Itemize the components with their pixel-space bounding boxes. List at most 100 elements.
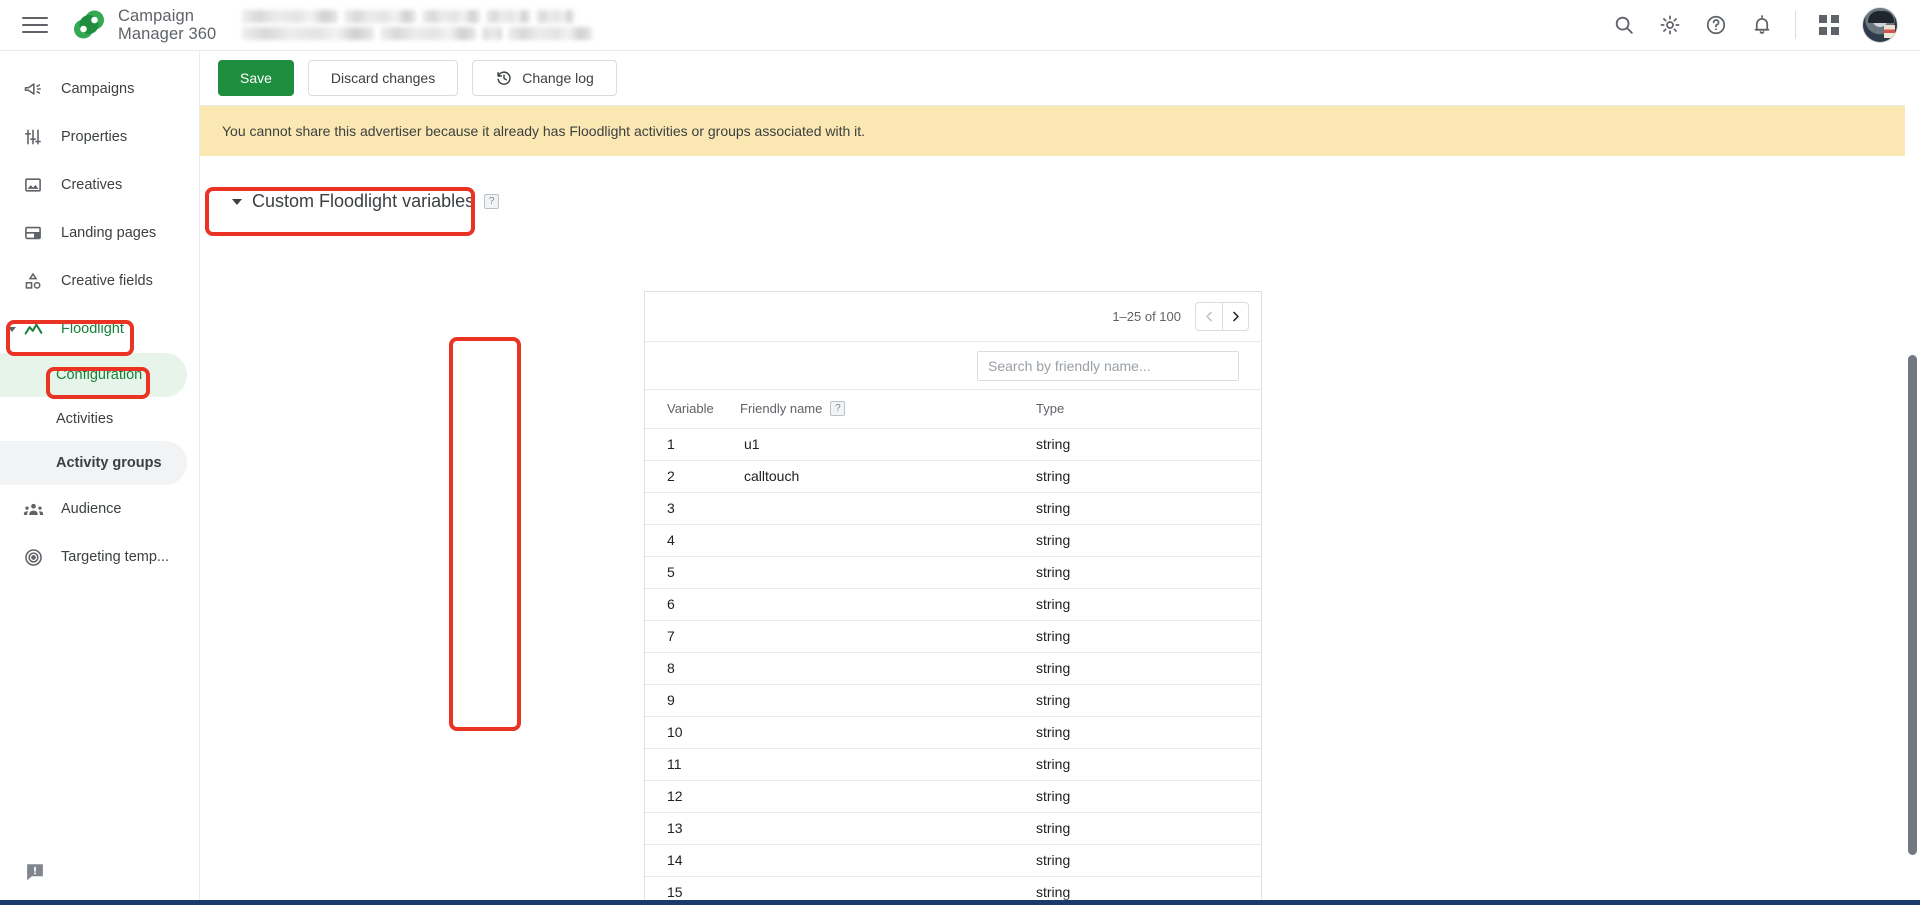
toolbar-divider bbox=[1795, 11, 1796, 39]
cell-type[interactable]: string bbox=[930, 844, 1261, 877]
cell-friendly-name[interactable] bbox=[730, 812, 930, 845]
feedback-icon[interactable] bbox=[24, 861, 46, 883]
table-header-row: Variable Friendly name ? Type bbox=[645, 390, 1261, 429]
redacted-block bbox=[380, 27, 477, 40]
history-icon bbox=[495, 69, 513, 87]
cell-friendly-name[interactable] bbox=[730, 492, 930, 525]
sidebar-item-audience[interactable]: Audience bbox=[0, 485, 187, 533]
column-header-friendly-name[interactable]: Friendly name ? bbox=[730, 390, 930, 429]
sidebar-item-targeting-templates[interactable]: Targeting temp... bbox=[0, 533, 187, 581]
column-header-type[interactable]: Type bbox=[930, 390, 1261, 429]
sidebar-item-activities[interactable]: Activities bbox=[0, 397, 187, 441]
brand-logo-area[interactable]: Campaign Manager 360 bbox=[70, 6, 216, 44]
gear-icon[interactable] bbox=[1647, 2, 1693, 48]
cell-type[interactable]: string bbox=[930, 524, 1261, 557]
change-log-button[interactable]: Change log bbox=[472, 60, 617, 96]
redacted-block bbox=[422, 10, 481, 23]
cell-friendly-name[interactable] bbox=[730, 748, 930, 781]
cell-friendly-name[interactable]: calltouch bbox=[730, 460, 930, 493]
cell-friendly-name[interactable] bbox=[730, 684, 930, 717]
custom-floodlight-variables-header[interactable]: Custom Floodlight variables ? bbox=[222, 182, 513, 221]
cell-type[interactable]: string bbox=[930, 428, 1261, 461]
cell-variable: 5 bbox=[645, 556, 730, 589]
table-row[interactable]: 14 string bbox=[645, 844, 1261, 877]
grid-cell bbox=[1831, 15, 1839, 23]
cell-type[interactable]: string bbox=[930, 684, 1261, 717]
cell-type[interactable]: string bbox=[930, 812, 1261, 845]
cell-friendly-name[interactable] bbox=[730, 716, 930, 749]
column-header-label: Friendly name bbox=[740, 401, 823, 417]
sidebar-item-activity-groups[interactable]: Activity groups bbox=[0, 441, 187, 485]
search-icon[interactable] bbox=[1601, 2, 1647, 48]
sidebar-item-campaigns[interactable]: Campaigns bbox=[0, 65, 187, 113]
cell-type[interactable]: string bbox=[930, 460, 1261, 493]
apps-grid-icon[interactable] bbox=[1806, 2, 1852, 48]
variables-table: Variable Friendly name ? Type 1 u1 string … bbox=[645, 390, 1261, 905]
cell-type[interactable]: string bbox=[930, 556, 1261, 589]
grid-cell bbox=[1819, 27, 1827, 35]
save-button[interactable]: Save bbox=[218, 60, 294, 96]
table-row[interactable]: 4 string bbox=[645, 524, 1261, 557]
sidebar-item-floodlight[interactable]: Floodlight bbox=[0, 305, 187, 353]
sidebar-item-creative-fields[interactable]: Creative fields bbox=[0, 257, 187, 305]
cell-type[interactable]: string bbox=[930, 748, 1261, 781]
help-icon[interactable]: ? bbox=[484, 194, 500, 209]
search-row bbox=[645, 342, 1261, 390]
chevron-left-icon[interactable] bbox=[1195, 302, 1222, 331]
redacted-block bbox=[508, 27, 593, 40]
table-row[interactable]: 5 string bbox=[645, 556, 1261, 589]
column-header-variable[interactable]: Variable bbox=[645, 390, 730, 429]
redacted-block bbox=[344, 10, 417, 23]
cell-friendly-name[interactable] bbox=[730, 556, 930, 589]
cell-type[interactable]: string bbox=[930, 780, 1261, 813]
page-vertical-scrollbar[interactable] bbox=[1905, 51, 1920, 905]
cell-friendly-name[interactable]: u1 bbox=[730, 428, 930, 461]
cell-type[interactable]: string bbox=[930, 492, 1261, 525]
table-row[interactable]: 3 string bbox=[645, 492, 1261, 525]
table-row[interactable]: 6 string bbox=[645, 588, 1261, 621]
scrollbar-thumb[interactable] bbox=[1908, 355, 1917, 855]
hamburger-menu-icon[interactable] bbox=[22, 12, 48, 38]
table-row[interactable]: 1 u1 string bbox=[645, 428, 1261, 461]
cell-type[interactable]: string bbox=[930, 620, 1261, 653]
cell-type[interactable]: string bbox=[930, 652, 1261, 685]
people-icon bbox=[22, 498, 44, 520]
table-row[interactable]: 9 string bbox=[645, 684, 1261, 717]
table-row[interactable]: 7 string bbox=[645, 620, 1261, 653]
cell-variable: 14 bbox=[645, 844, 730, 877]
cell-type[interactable]: string bbox=[930, 716, 1261, 749]
discard-changes-button[interactable]: Discard changes bbox=[307, 60, 459, 96]
cell-friendly-name[interactable] bbox=[730, 652, 930, 685]
cell-friendly-name[interactable] bbox=[730, 524, 930, 557]
cell-variable: 10 bbox=[645, 716, 730, 749]
redacted-block bbox=[486, 10, 531, 23]
help-icon[interactable]: ? bbox=[830, 401, 846, 417]
table-row[interactable]: 10 string bbox=[645, 716, 1261, 749]
cell-friendly-name[interactable] bbox=[730, 844, 930, 877]
sidebar-item-landing-pages[interactable]: Landing pages bbox=[0, 209, 187, 257]
cell-variable: 9 bbox=[645, 684, 730, 717]
cell-friendly-name[interactable] bbox=[730, 588, 930, 621]
table-row[interactable]: 13 string bbox=[645, 812, 1261, 845]
cell-type[interactable]: string bbox=[930, 588, 1261, 621]
cell-variable: 13 bbox=[645, 812, 730, 845]
cell-variable: 8 bbox=[645, 652, 730, 685]
sidebar-item-properties[interactable]: Properties bbox=[0, 113, 187, 161]
table-row[interactable]: 11 string bbox=[645, 748, 1261, 781]
chevron-right-icon[interactable] bbox=[1222, 302, 1249, 331]
help-icon[interactable] bbox=[1693, 2, 1739, 48]
caret-down-icon bbox=[8, 326, 16, 332]
sidebar-item-configuration[interactable]: Configuration bbox=[0, 353, 187, 397]
table-row[interactable]: 8 string bbox=[645, 652, 1261, 685]
cell-variable: 7 bbox=[645, 620, 730, 653]
table-row[interactable]: 2 calltouch string bbox=[645, 460, 1261, 493]
cell-friendly-name[interactable] bbox=[730, 620, 930, 653]
table-row[interactable]: 12 string bbox=[645, 780, 1261, 813]
cell-variable: 1 bbox=[645, 428, 730, 461]
sidebar-item-creatives[interactable]: Creatives bbox=[0, 161, 187, 209]
warning-banner: You cannot share this advertiser because… bbox=[200, 106, 1920, 156]
search-input[interactable] bbox=[977, 350, 1239, 381]
cell-friendly-name[interactable] bbox=[730, 780, 930, 813]
bell-icon[interactable] bbox=[1739, 2, 1785, 48]
avatar[interactable] bbox=[1862, 7, 1898, 43]
